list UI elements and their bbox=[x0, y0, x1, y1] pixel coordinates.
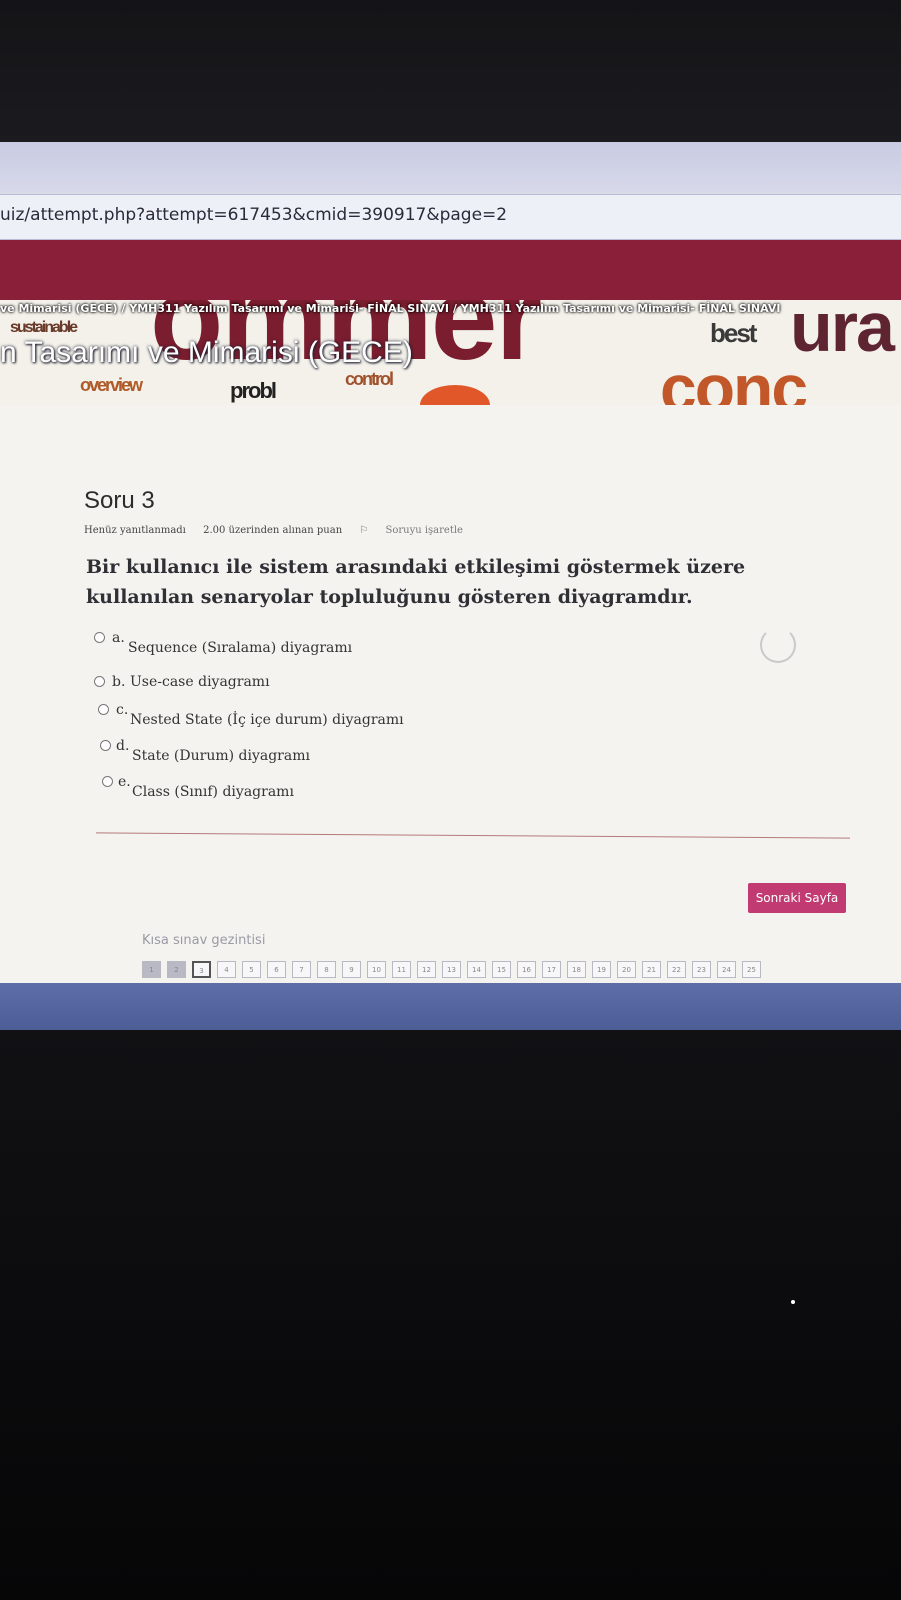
option-text[interactable]: Class (Sınıf) diyagramı bbox=[132, 784, 294, 800]
radio-button[interactable] bbox=[98, 704, 109, 715]
quiz-nav-button[interactable]: 15 bbox=[492, 961, 511, 978]
quiz-nav-button[interactable]: 7 bbox=[292, 961, 311, 978]
question-info: Henüz yanıtlanmadı 2.00 üzerinden alınan… bbox=[84, 525, 491, 536]
browser-tab-bar bbox=[0, 142, 901, 192]
radio-button[interactable] bbox=[94, 676, 105, 687]
divider bbox=[96, 832, 850, 839]
banner-word: best bbox=[710, 318, 757, 348]
banner-word: overview bbox=[80, 375, 143, 395]
quiz-nav-button[interactable]: 8 bbox=[317, 961, 336, 978]
radio-button[interactable] bbox=[102, 776, 113, 787]
option-text[interactable]: Sequence (Sıralama) diyagramı bbox=[128, 640, 352, 656]
quiz-nav-button[interactable]: 19 bbox=[592, 961, 611, 978]
url-text[interactable]: uiz/attempt.php?attempt=617453&cmid=3909… bbox=[0, 205, 507, 225]
quiz-nav-button[interactable]: 9 bbox=[342, 961, 361, 978]
loading-spinner-icon bbox=[760, 627, 796, 663]
banner-word: probl bbox=[230, 378, 277, 403]
address-bar[interactable]: uiz/attempt.php?attempt=617453&cmid=3909… bbox=[0, 194, 901, 240]
flag-question-label: Soruyu işaretle bbox=[385, 525, 463, 536]
flag-question-link[interactable]: ⚐ Soruyu işaretle bbox=[359, 525, 477, 536]
quiz-nav-button[interactable]: 22 bbox=[667, 961, 686, 978]
option-letter: b. bbox=[112, 674, 126, 690]
banner-word: conc bbox=[660, 351, 808, 405]
quiz-nav-button[interactable]: 6 bbox=[267, 961, 286, 978]
quiz-nav-button[interactable]: 16 bbox=[517, 961, 536, 978]
option-text[interactable]: Nested State (İç içe durum) diyagramı bbox=[130, 712, 404, 728]
question-status: Henüz yanıtlanmadı bbox=[84, 525, 186, 536]
question-title: Soru 3 bbox=[84, 487, 155, 514]
option-letter: a. bbox=[112, 630, 125, 646]
power-led bbox=[791, 1300, 795, 1304]
site-header-bar bbox=[0, 240, 901, 300]
banner-word: control bbox=[345, 369, 394, 389]
quiz-nav-button[interactable]: 24 bbox=[717, 961, 736, 978]
option-letter: d. bbox=[116, 738, 130, 754]
quiz-nav-button[interactable]: 18 bbox=[567, 961, 586, 978]
question-text: Bir kullanıcı ile sistem arasındaki etki… bbox=[86, 556, 746, 608]
breadcrumb[interactable]: ve Mimarisi (GECE) / YMH311 Yazılım Tasa… bbox=[0, 302, 780, 315]
banner-decoration bbox=[420, 385, 490, 405]
quiz-nav-button[interactable]: 11 bbox=[392, 961, 411, 978]
quiz-nav-button[interactable]: 17 bbox=[542, 961, 561, 978]
banner-word: sustainable bbox=[10, 319, 78, 336]
quiz-nav-button[interactable]: 23 bbox=[692, 961, 711, 978]
course-banner: ommer ura conc best sustainable overview… bbox=[0, 300, 901, 405]
quiz-nav-button[interactable]: 5 bbox=[242, 961, 261, 978]
quiz-nav-button[interactable]: 3 bbox=[192, 961, 211, 978]
quiz-nav-button[interactable]: 2 bbox=[167, 961, 186, 978]
quiz-nav-button[interactable]: 14 bbox=[467, 961, 486, 978]
option-letter: c. bbox=[116, 702, 129, 718]
monitor-bezel-top bbox=[0, 0, 901, 142]
quiz-nav-button[interactable]: 1 bbox=[142, 961, 161, 978]
option-text[interactable]: Use-case diyagramı bbox=[130, 674, 270, 690]
monitor-bezel-bottom bbox=[0, 1030, 901, 1600]
course-title: n Tasarımı ve Mimarisi (GECE) bbox=[0, 336, 413, 369]
quiz-nav-button[interactable]: 13 bbox=[442, 961, 461, 978]
quiz-navigation-label: Kısa sınav gezintisi bbox=[142, 933, 266, 948]
taskbar bbox=[0, 983, 901, 1031]
quiz-nav-button[interactable]: 25 bbox=[742, 961, 761, 978]
quiz-nav-button[interactable]: 4 bbox=[217, 961, 236, 978]
radio-button[interactable] bbox=[100, 740, 111, 751]
quiz-content: Soru 3 Henüz yanıtlanmadı 2.00 üzerinden… bbox=[0, 405, 901, 983]
option-letter: e. bbox=[118, 774, 131, 790]
question-points: 2.00 üzerinden alınan puan bbox=[203, 525, 343, 536]
quiz-nav-button[interactable]: 21 bbox=[642, 961, 661, 978]
quiz-nav-button[interactable]: 12 bbox=[417, 961, 436, 978]
screen: uiz/attempt.php?attempt=617453&cmid=3909… bbox=[0, 142, 901, 1047]
quiz-navigation: 1 2 3 4 5 6 7 8 9 10 11 12 13 14 15 16 17 18 19 20 21 22 23 24 2… bbox=[142, 961, 767, 980]
option-text[interactable]: State (Durum) diyagramı bbox=[132, 748, 310, 764]
quiz-nav-button[interactable]: 20 bbox=[617, 961, 636, 978]
quiz-nav-button[interactable]: 10 bbox=[367, 961, 386, 978]
radio-button[interactable] bbox=[94, 632, 105, 643]
next-page-button[interactable]: Sonraki Sayfa bbox=[748, 883, 846, 913]
flag-icon: ⚐ bbox=[359, 525, 369, 536]
